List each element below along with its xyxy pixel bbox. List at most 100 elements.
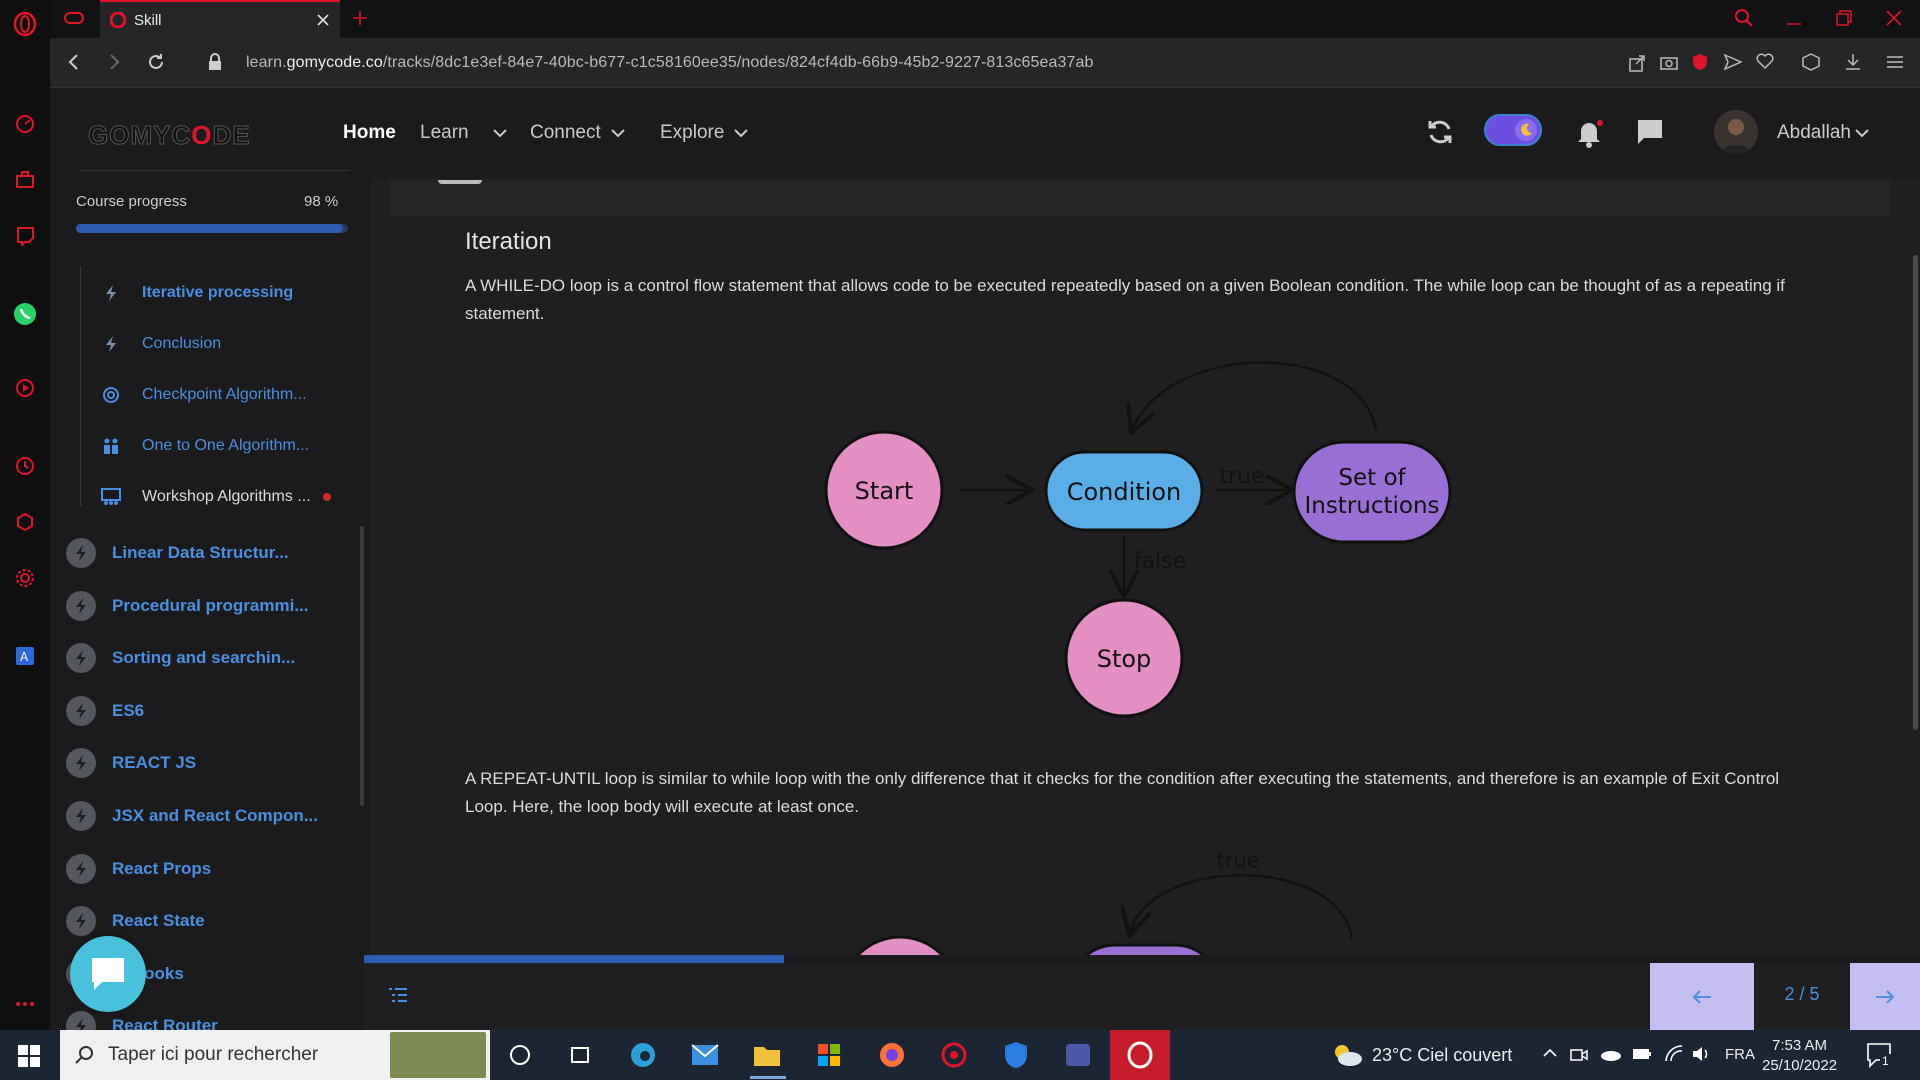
whatsapp-icon[interactable] [13, 302, 37, 326]
notification-count: 1 [1880, 1054, 1891, 1068]
browser-tab[interactable]: Skill [100, 0, 340, 38]
twitch-icon[interactable] [13, 224, 37, 248]
bolt-icon [66, 801, 96, 831]
opera-taskbar-icon[interactable] [1110, 1030, 1170, 1080]
forward-icon[interactable] [106, 53, 122, 71]
wifi-icon[interactable] [1664, 1044, 1684, 1062]
content-scrollbar[interactable] [1913, 255, 1918, 730]
windows-taskbar: Taper ici pour rechercher 23°C Ciel couv… [0, 1030, 1920, 1080]
nav-learn[interactable]: Learn [420, 122, 507, 144]
table-of-contents-icon[interactable] [388, 987, 408, 1003]
antivirus-icon[interactable] [937, 1038, 971, 1072]
send-icon[interactable] [1724, 54, 1742, 70]
taskbar-search-field[interactable]: Taper ici pour rechercher [60, 1030, 490, 1080]
bolt-icon [66, 695, 96, 726]
onedrive-icon[interactable] [1600, 1046, 1622, 1062]
notification-bell-icon[interactable] [1574, 118, 1604, 148]
battery-icon[interactable] [1632, 1048, 1652, 1060]
module-item[interactable]: Linear Data Structur... [66, 535, 289, 571]
gamepad-icon[interactable] [64, 10, 84, 26]
more-options-icon[interactable] [13, 992, 37, 1016]
dark-mode-toggle[interactable] [1484, 114, 1542, 146]
user-menu[interactable]: Abdallah [1777, 122, 1869, 144]
show-hidden-icons[interactable] [1543, 1048, 1557, 1058]
instructions-label-2: Instructions [1304, 493, 1439, 519]
teams-app-icon[interactable] [1061, 1038, 1095, 1072]
messages-icon[interactable] [1636, 118, 1664, 146]
download-icon[interactable] [1844, 53, 1862, 71]
camera-icon[interactable] [1660, 54, 1678, 70]
unread-dot [322, 493, 331, 501]
lesson-item[interactable]: One to One Algorithm... [96, 431, 356, 461]
weather-text[interactable]: 23°C Ciel couvert [1372, 1045, 1512, 1066]
section-heading: Iteration [465, 228, 552, 255]
close-window-icon[interactable] [1886, 10, 1902, 26]
search-tabs-icon[interactable] [1734, 8, 1754, 28]
gomycode-logo[interactable]: GOMYCODE [87, 120, 251, 151]
share-icon[interactable] [1628, 54, 1646, 72]
firefox-icon[interactable] [875, 1038, 909, 1072]
nav-home[interactable]: Home [343, 122, 396, 144]
sync-icon[interactable] [1426, 118, 1454, 146]
system-clock[interactable]: 7:53 AM 25/10/2022 [1762, 1036, 1837, 1076]
settings-gear-icon[interactable] [13, 566, 37, 590]
minimize-icon[interactable] [1786, 10, 1802, 26]
volume-icon[interactable] [1692, 1045, 1712, 1063]
module-item[interactable]: ES6 [66, 693, 144, 729]
lesson-item[interactable]: Iterative processing [96, 278, 356, 308]
logo-text-start: GOMYC [87, 120, 192, 151]
nav-explore[interactable]: Explore [660, 122, 749, 144]
chat-support-button[interactable] [70, 936, 146, 1012]
mail-icon[interactable] [688, 1038, 722, 1072]
cortana-icon[interactable] [503, 1038, 537, 1072]
nav-connect[interactable]: Connect [530, 122, 625, 144]
url-domain: gomycode.co [286, 54, 383, 71]
site-header: GOMYCODE Home Learn Connect Explore Abda… [50, 88, 1920, 178]
reload-icon[interactable] [146, 52, 166, 72]
taskbar-search-placeholder: Taper ici pour rechercher [108, 1044, 319, 1065]
history-icon[interactable] [13, 454, 37, 478]
vpn-shield-icon[interactable] [999, 1038, 1033, 1072]
module-item[interactable]: Sorting and searchin... [66, 640, 295, 676]
lesson-item[interactable]: Checkpoint Algorithm... [96, 380, 356, 410]
extensions-icon[interactable] [13, 510, 37, 534]
heart-icon[interactable] [1756, 53, 1774, 69]
url-field[interactable]: learn.gomycode.co/tracks/8dc1e3ef-84e7-4… [246, 54, 1093, 72]
windows-start-icon[interactable] [18, 1045, 40, 1067]
module-item-label: React Props [112, 858, 212, 878]
briefcase-icon[interactable] [13, 168, 37, 192]
input-language[interactable]: FRA [1725, 1046, 1755, 1063]
lesson-item[interactable]: Workshop Algorithms ... [96, 482, 356, 512]
close-tab-icon[interactable] [316, 13, 330, 27]
restore-icon[interactable] [1836, 10, 1852, 26]
new-tab-icon[interactable] [352, 10, 368, 26]
module-item[interactable]: React State [66, 903, 205, 939]
nav-explore-label: Explore [660, 122, 725, 143]
easy-setup-icon[interactable] [1886, 54, 1904, 70]
lesson-item[interactable]: Conclusion [96, 329, 356, 359]
player-icon[interactable] [13, 376, 37, 400]
module-item[interactable]: Procedural programmi... [66, 588, 309, 624]
module-item[interactable]: JSX and React Compon... [66, 798, 318, 834]
store-icon[interactable] [812, 1038, 846, 1072]
avatar[interactable] [1714, 110, 1758, 154]
action-center-icon[interactable]: 1 [1866, 1042, 1894, 1070]
edge-icon[interactable] [626, 1038, 660, 1072]
search-icon [75, 1046, 93, 1064]
back-icon[interactable] [66, 53, 82, 71]
module-item[interactable]: React Props [66, 851, 211, 887]
previous-page-button[interactable] [1650, 963, 1754, 1030]
file-explorer-icon[interactable] [750, 1038, 784, 1072]
adblock-shield-icon[interactable] [1692, 53, 1708, 71]
meet-now-icon[interactable] [1570, 1046, 1588, 1064]
next-page-button[interactable] [1850, 963, 1920, 1030]
search-highlight-image [390, 1032, 486, 1078]
module-item[interactable]: REACT JS [66, 745, 196, 781]
repeat-start-node [855, 935, 945, 955]
opera-logo-icon[interactable] [13, 12, 37, 36]
translate-app-icon[interactable]: A [13, 644, 37, 668]
cube-icon[interactable] [1802, 53, 1820, 71]
sidebar-scrollbar[interactable] [360, 526, 364, 806]
task-view-icon[interactable] [563, 1038, 597, 1072]
speed-dial-icon[interactable] [13, 112, 37, 136]
